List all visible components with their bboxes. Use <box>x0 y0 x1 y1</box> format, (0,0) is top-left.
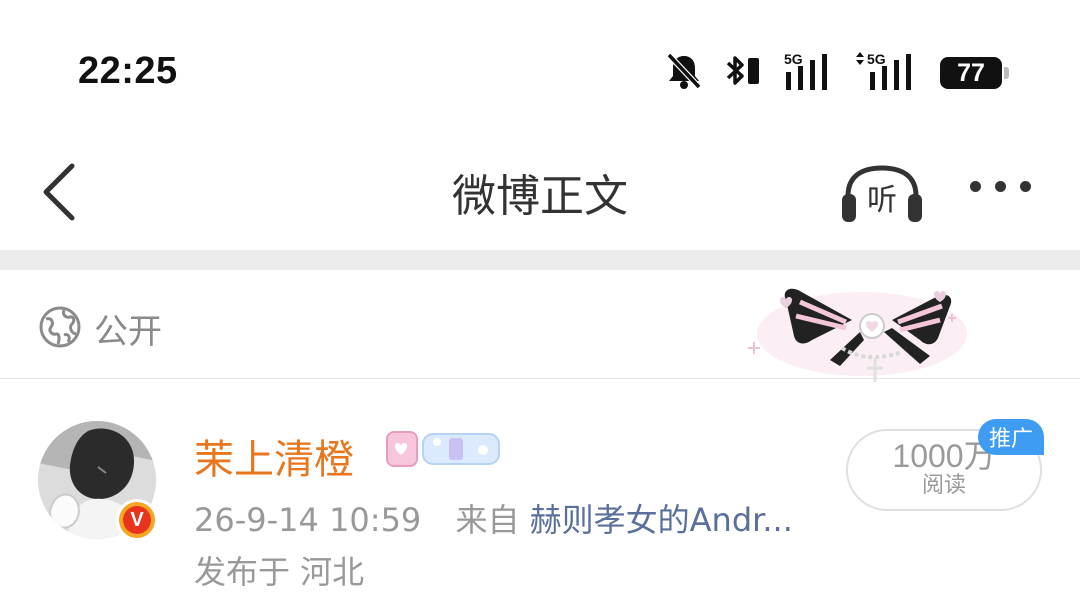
globe-icon <box>39 306 81 348</box>
bluetooth-icon <box>724 52 762 94</box>
listen-label: 听 <box>867 183 897 218</box>
source-prefix: 来自 <box>455 501 520 539</box>
network-label-1: 5G <box>784 51 803 67</box>
more-dot-icon <box>1019 180 1031 192</box>
bell-muted-icon <box>666 52 702 94</box>
source-link[interactable]: 赫则孝女的Andr... <box>530 501 793 539</box>
bow-decoration-icon <box>748 288 967 382</box>
battery-icon: 77 <box>940 57 1009 89</box>
post-meta: 26-9-14 10:59 来自 赫则孝女的Andr... <box>194 495 793 541</box>
more-dot-icon <box>994 180 1006 192</box>
more-dot-icon <box>969 180 981 192</box>
verified-v-icon: V <box>123 506 151 534</box>
member-badge-icon <box>386 431 500 467</box>
username[interactable]: 茉上清橙 <box>194 427 354 485</box>
read-label: 阅读 <box>921 473 966 498</box>
network-label-2: 5G <box>867 51 886 67</box>
post-time: 26-9-14 10:59 <box>194 501 422 539</box>
status-icons: 5G 5G 77 <box>666 50 1009 96</box>
visibility-row: 公开 <box>0 270 1080 382</box>
post-location: 发布于 河北 <box>194 553 365 591</box>
status-time: 22:25 <box>78 50 178 92</box>
promo-tag: 推广 <box>978 419 1044 455</box>
signal-5g-data-icon: 5G <box>856 50 918 96</box>
headphone-icon: 听 <box>842 165 922 222</box>
visibility-label: 公开 <box>94 312 162 352</box>
post-header: V 茉上清橙 26-9-14 10:59 来自 赫则孝女的Andr... 发布于… <box>0 379 1080 606</box>
nav-bar: 微博正文 听 <box>0 140 1080 250</box>
signal-5g-icon: 5G <box>784 50 834 96</box>
more-button[interactable] <box>960 168 1040 204</box>
section-divider <box>0 250 1080 270</box>
listen-button[interactable]: 听 <box>838 164 928 224</box>
verified-badge: V <box>116 499 158 541</box>
status-bar: 22:25 5G 5G 77 <box>0 0 1080 140</box>
